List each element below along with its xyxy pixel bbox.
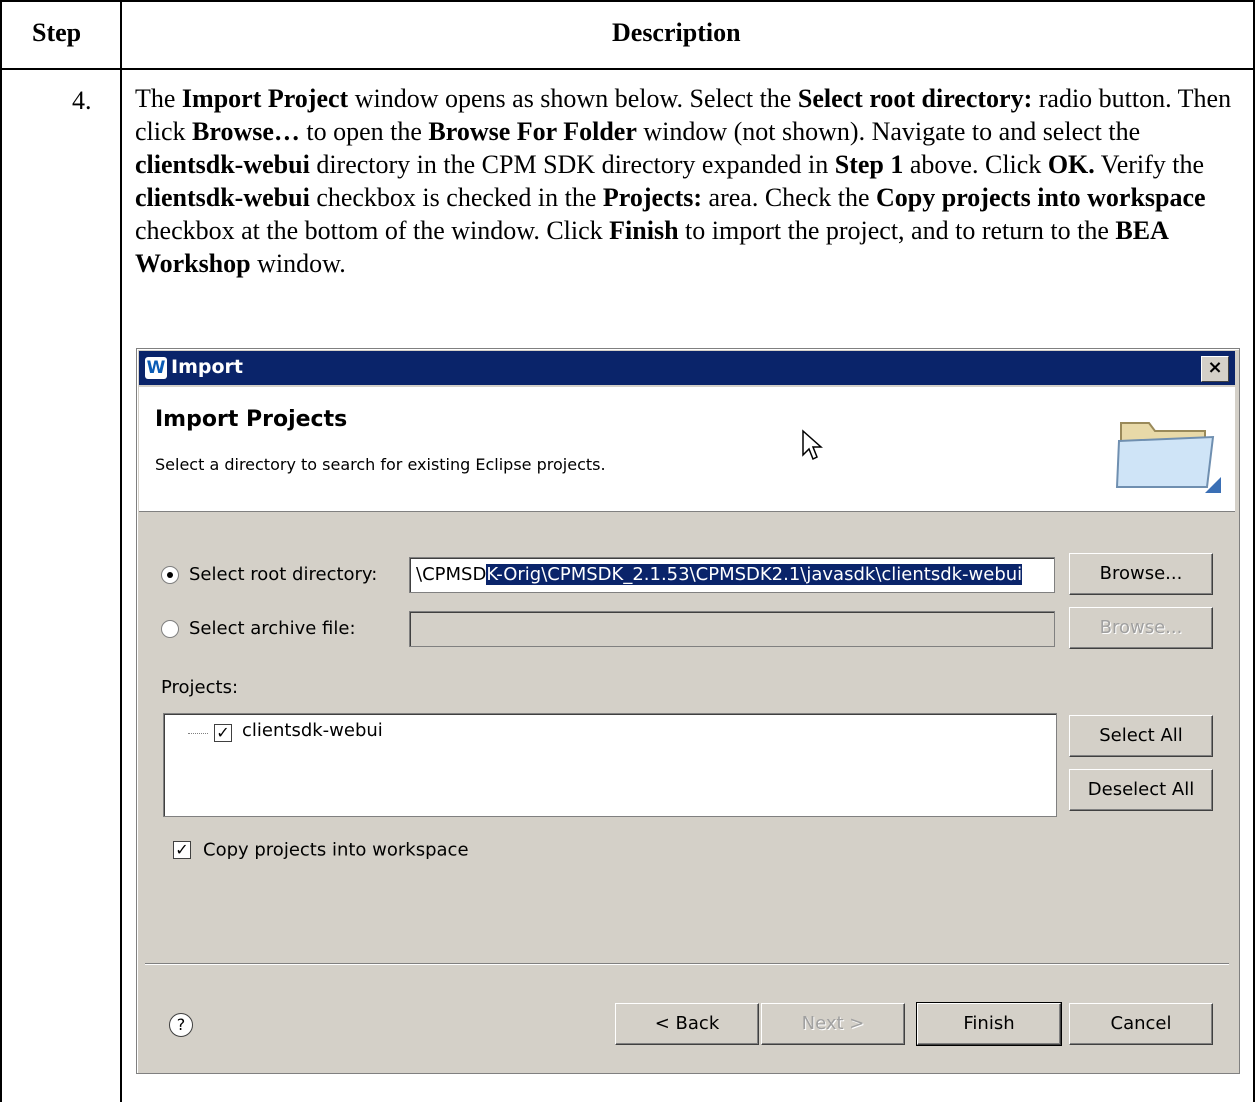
workshop-logo-icon: W — [145, 357, 167, 379]
instruction-text: to open the — [299, 117, 429, 146]
import-dialog: W Import × Import Projects Select a dire… — [136, 348, 1240, 1074]
instruction-text: checkbox is checked in the — [309, 183, 603, 212]
instruction-text: checkbox at the bottom of the window. Cl… — [135, 216, 610, 245]
instruction-text: window opens as shown below. Select the — [348, 84, 798, 113]
step-description: The Import Project window opens as shown… — [135, 82, 1247, 280]
project-checkbox[interactable]: ✓ — [214, 724, 232, 742]
tree-connector — [188, 733, 208, 734]
cancel-button[interactable]: Cancel — [1069, 1003, 1213, 1045]
next-button[interactable]: Next > — [761, 1003, 905, 1045]
folder-icon — [1115, 422, 1221, 493]
step-column-header: Step — [32, 18, 82, 47]
dialog-titlebar: W Import × — [139, 351, 1235, 385]
table-column-divider — [120, 0, 122, 1102]
instruction-text: The — [135, 84, 182, 113]
copy-projects-row[interactable]: ✓ Copy projects into workspace — [173, 839, 469, 861]
archive-file-input[interactable] — [409, 611, 1055, 647]
copy-projects-checkbox[interactable]: ✓ — [173, 841, 191, 859]
table-border-left — [0, 0, 2, 1102]
banner-description: Select a directory to search for existin… — [155, 455, 606, 474]
projects-list[interactable]: ✓ clientsdk-webui — [163, 713, 1057, 817]
instruction-emphasis: Import Project — [181, 84, 349, 113]
browse-root-button[interactable]: Browse... — [1069, 553, 1213, 595]
archive-file-label: Select archive file: — [189, 618, 356, 639]
root-directory-label: Select root directory: — [189, 564, 378, 585]
instruction-emphasis: clientsdk-webui — [135, 150, 310, 179]
project-name: clientsdk-webui — [242, 720, 383, 741]
instruction-text: to import the project, and to return to … — [678, 216, 1116, 245]
finish-button[interactable]: Finish — [916, 1002, 1062, 1046]
root-directory-input[interactable]: \CPMSDK-Orig\CPMSDK_2.1.53\CPMSDK2.1\jav… — [409, 557, 1055, 593]
instruction-text: directory in the CPM SDK directory expan… — [309, 150, 835, 179]
dialog-title: Import — [171, 356, 243, 378]
root-directory-radio-indicator[interactable] — [161, 565, 179, 584]
instruction-emphasis: Projects: — [602, 183, 703, 212]
instruction-emphasis: OK. — [1047, 150, 1095, 179]
close-button[interactable]: × — [1201, 356, 1229, 382]
select-all-button[interactable]: Select All — [1069, 715, 1213, 757]
button-bar-separator — [145, 963, 1229, 965]
instruction-emphasis: Browse… — [192, 117, 300, 146]
help-icon[interactable]: ? — [169, 1013, 193, 1037]
instruction-text: window. — [250, 249, 346, 278]
instruction-text: Verify the — [1094, 150, 1205, 179]
table-border-top — [0, 0, 1255, 2]
select-root-directory-radio[interactable]: Select root directory: — [161, 563, 377, 585]
step-number: 4. — [72, 86, 92, 115]
instruction-emphasis: Copy projects into workspace — [876, 183, 1206, 212]
instruction-emphasis: Finish — [609, 216, 679, 245]
instruction-emphasis: clientsdk-webui — [135, 183, 310, 212]
banner-title: Import Projects — [155, 407, 348, 432]
back-button[interactable]: < Back — [615, 1003, 759, 1045]
mouse-cursor-icon — [802, 429, 823, 461]
copy-projects-label: Copy projects into workspace — [203, 839, 469, 861]
instruction-text: above. Click — [903, 150, 1048, 179]
instruction-emphasis: Step 1 — [834, 150, 904, 179]
deselect-all-button[interactable]: Deselect All — [1069, 769, 1213, 811]
select-archive-file-radio[interactable]: Select archive file: — [161, 617, 356, 639]
description-column-header: Description — [612, 18, 741, 47]
instruction-emphasis: Browse For Folder — [428, 117, 637, 146]
dialog-banner: Import Projects Select a directory to se… — [139, 387, 1235, 512]
root-directory-value-start: \CPMSD — [416, 564, 487, 585]
projects-label: Projects: — [161, 677, 239, 698]
instruction-text: area. Check the — [702, 183, 877, 212]
browse-archive-button[interactable]: Browse... — [1069, 607, 1213, 649]
table-header-divider — [0, 68, 1255, 70]
instruction-emphasis: Select root directory: — [797, 84, 1033, 113]
archive-radio-indicator[interactable] — [161, 619, 179, 638]
instruction-text: window (not shown). Navigate to and sele… — [636, 117, 1141, 146]
root-directory-value-selected: K-Orig\CPMSDK_2.1.53\CPMSDK2.1\javasdk\c… — [486, 564, 1023, 585]
